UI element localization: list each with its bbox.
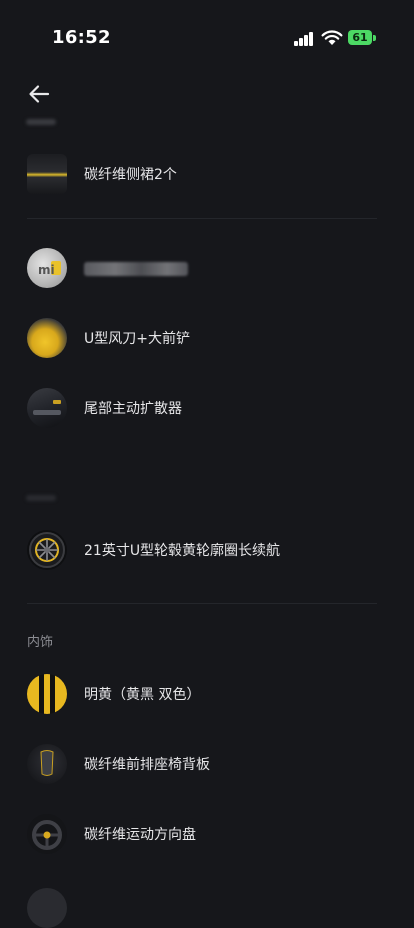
option-label: 明黄（黄黑 双色） — [84, 687, 201, 703]
wheel-icon — [29, 532, 65, 568]
wifi-icon — [321, 30, 343, 45]
option-row[interactable]: 碳纤维前排座椅背板 — [0, 740, 414, 790]
side-skirt-thumb — [27, 154, 67, 194]
option-row[interactable]: 碳纤维侧裙2个 — [0, 150, 414, 200]
battery-level: 61 — [352, 31, 368, 44]
back-arrow-icon[interactable] — [26, 82, 54, 106]
option-row[interactable]: 尾部主动扩散器 — [0, 384, 414, 434]
option-label: 21英寸U型轮毂黄轮廓圈长续航 — [84, 543, 281, 559]
divider — [27, 603, 377, 604]
option-label: 碳纤维侧裙2个 — [84, 167, 177, 183]
svg-text:mi: mi — [38, 263, 55, 277]
mi-logo-icon: mi — [38, 261, 61, 277]
blurred-option-label — [84, 262, 188, 276]
yellow-black-swatch-thumb — [27, 674, 67, 714]
divider — [27, 218, 377, 219]
seat-icon — [40, 750, 54, 776]
steering-wheel-thumb — [27, 814, 67, 854]
scrolled-fragment — [26, 119, 56, 125]
diffuser-graphic — [33, 400, 61, 415]
rear-diffuser-thumb — [27, 388, 67, 428]
battery-indicator: 61 — [348, 30, 372, 45]
option-row[interactable]: 明黄（黄黑 双色） — [0, 670, 414, 720]
xiaomi-badge-thumb: mi — [27, 248, 67, 288]
status-time: 16:52 — [52, 27, 111, 48]
front-splitter-thumb — [27, 318, 67, 358]
seat-back-thumb — [27, 744, 67, 784]
battery-tip — [373, 35, 376, 41]
partial-next-thumb — [27, 888, 67, 928]
section-title-interior: 内饰 — [27, 635, 54, 650]
option-label: U型风刀+大前铲 — [84, 331, 190, 347]
option-row[interactable]: 碳纤维运动方向盘 — [0, 810, 414, 860]
option-label: 尾部主动扩散器 — [84, 401, 182, 417]
faded-fragment — [26, 495, 56, 501]
option-row[interactable]: 21英寸U型轮毂黄轮廓圈长续航 — [0, 526, 414, 576]
option-row[interactable]: U型风刀+大前铲 — [0, 314, 414, 364]
option-row[interactable]: mi — [0, 244, 414, 294]
status-bar: 16:52 61 — [0, 0, 414, 70]
option-label: 碳纤维前排座椅背板 — [84, 757, 210, 773]
steering-wheel-icon — [32, 820, 62, 850]
cellular-signal-icon — [294, 32, 314, 46]
option-label: 碳纤维运动方向盘 — [84, 827, 196, 843]
wheel-thumb — [27, 530, 67, 570]
